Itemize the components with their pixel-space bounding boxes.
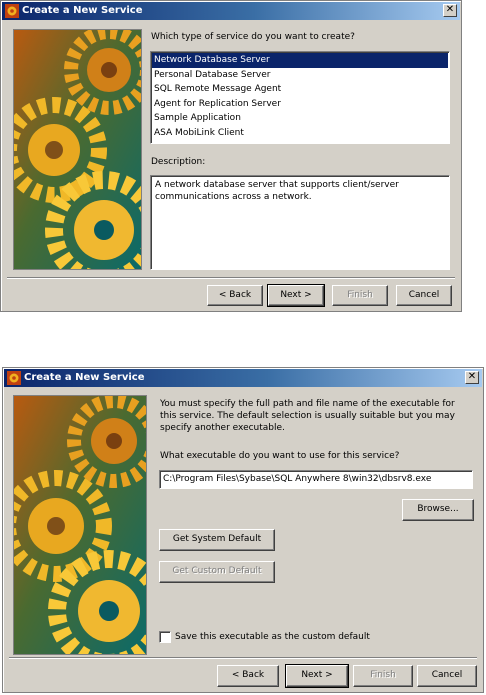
finish-button[interactable]: Finish: [332, 285, 388, 306]
service-app-icon: [7, 371, 21, 385]
save-custom-default-checkbox[interactable]: [159, 631, 171, 643]
separator: [7, 277, 455, 279]
separator: [9, 657, 477, 659]
list-item[interactable]: Network Database Server: [152, 53, 448, 68]
title-bar[interactable]: Create a New Service ✕: [2, 2, 460, 20]
description-box: A network database server that supports …: [150, 175, 450, 270]
executable-question: What executable do you want to use for t…: [160, 451, 400, 461]
get-system-default-button[interactable]: Get System Default: [159, 529, 275, 551]
next-button[interactable]: Next >: [285, 664, 349, 688]
dialog-title: Create a New Service: [22, 5, 143, 16]
list-item[interactable]: Personal Database Server: [152, 68, 448, 83]
close-icon: ✕: [467, 371, 477, 382]
close-button[interactable]: ✕: [465, 371, 479, 384]
executable-path-value: C:\Program Files\Sybase\SQL Anywhere 8\w…: [163, 474, 432, 484]
close-button[interactable]: ✕: [443, 4, 457, 17]
next-button[interactable]: Next >: [267, 284, 325, 307]
create-service-dialog-type: Create a New Service ✕ Which type of ser…: [0, 0, 462, 312]
save-custom-default-label[interactable]: Save this executable as the custom defau…: [175, 632, 370, 642]
service-type-list[interactable]: Network Database Server Personal Databas…: [150, 51, 450, 144]
finish-button[interactable]: Finish: [353, 665, 413, 687]
back-button[interactable]: < Back: [217, 665, 279, 687]
dialog-title: Create a New Service: [24, 372, 145, 383]
intro-text: You must specify the full path and file …: [160, 399, 455, 433]
gears-illustration: [14, 30, 141, 269]
list-item[interactable]: SQL Remote Message Agent: [152, 82, 448, 97]
cancel-button[interactable]: Cancel: [396, 285, 452, 306]
cancel-button[interactable]: Cancel: [417, 665, 477, 687]
browse-button[interactable]: Browse...: [402, 499, 474, 521]
list-item[interactable]: Agent for Replication Server: [152, 97, 448, 112]
description-label: Description:: [151, 157, 206, 167]
service-type-question: Which type of service do you want to cre…: [151, 32, 355, 42]
description-text: A network database server that supports …: [155, 180, 399, 202]
list-item[interactable]: ASA MobiLink Client: [152, 126, 448, 141]
back-button[interactable]: < Back: [207, 285, 263, 306]
get-custom-default-button[interactable]: Get Custom Default: [159, 561, 275, 583]
executable-path-input[interactable]: C:\Program Files\Sybase\SQL Anywhere 8\w…: [159, 470, 473, 489]
create-service-dialog-executable: Create a New Service ✕ You must specify …: [2, 367, 484, 693]
gears-illustration: [14, 396, 146, 654]
title-bar[interactable]: Create a New Service ✕: [4, 369, 482, 387]
gears-banner-image: [13, 395, 147, 655]
gears-banner-image: [13, 29, 142, 270]
service-app-icon: [5, 4, 19, 18]
list-item[interactable]: Sample Application: [152, 111, 448, 126]
close-icon: ✕: [445, 4, 455, 15]
